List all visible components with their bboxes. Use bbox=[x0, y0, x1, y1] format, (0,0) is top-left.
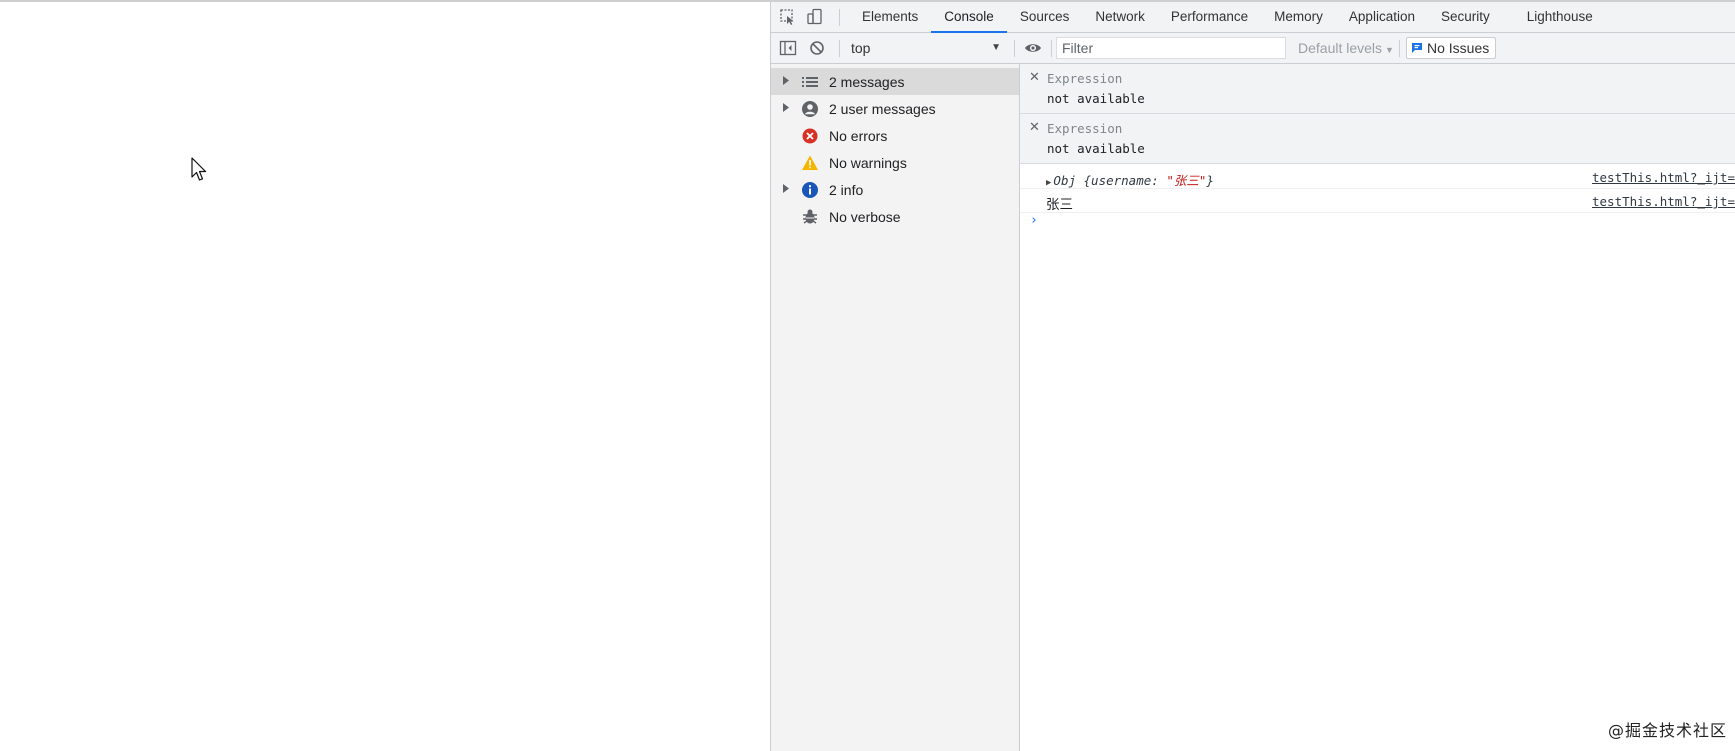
tab-network[interactable]: Network bbox=[1082, 2, 1158, 33]
tab-lighthouse[interactable]: Lighthouse bbox=[1514, 2, 1606, 33]
bug-icon bbox=[803, 209, 817, 224]
message-source-link[interactable]: testThis.html?_ijt=1 bbox=[1592, 194, 1735, 209]
device-toolbar-button[interactable] bbox=[804, 7, 826, 27]
tab-application[interactable]: Application bbox=[1336, 2, 1428, 33]
sidebar-item-info[interactable]: 2 info bbox=[771, 176, 1019, 203]
filter-input[interactable]: Filter bbox=[1056, 37, 1286, 59]
expression-value: not available bbox=[1047, 141, 1145, 156]
expand-arrow-icon[interactable] bbox=[782, 76, 790, 85]
inspect-icon bbox=[780, 9, 794, 25]
expand-arrow-icon[interactable] bbox=[782, 103, 790, 112]
console-prompt[interactable]: › bbox=[1030, 213, 1038, 228]
info-icon bbox=[802, 182, 818, 198]
error-icon bbox=[802, 128, 818, 144]
live-expression: ✕ Expression not available bbox=[1020, 64, 1735, 114]
expand-arrow-icon[interactable]: ▶ bbox=[1046, 178, 1051, 188]
console-main[interactable]: ✕ Expression not available ✕ Expression … bbox=[1020, 64, 1735, 751]
device-icon bbox=[807, 8, 822, 25]
sidebar-item-label: 2 messages bbox=[829, 74, 905, 90]
console-message: 张三 testThis.html?_ijt=1 bbox=[1020, 189, 1735, 213]
tab-security[interactable]: Security bbox=[1428, 2, 1514, 33]
issue-flag-icon bbox=[1412, 43, 1422, 53]
chevron-down-icon: ▼ bbox=[991, 42, 1001, 53]
object-preview[interactable]: ▶ Obj {username: "张三"} bbox=[1046, 170, 1214, 189]
tab-sources[interactable]: Sources bbox=[1007, 2, 1083, 33]
live-expression-button[interactable] bbox=[1022, 38, 1044, 58]
expand-arrow-icon[interactable] bbox=[782, 184, 790, 193]
console-message: ▶ Obj {username: "张三"} testThis.html?_ijt… bbox=[1020, 165, 1735, 189]
sidebar-item-verbose[interactable]: No verbose bbox=[771, 203, 1019, 230]
tab-console[interactable]: Console bbox=[931, 2, 1007, 33]
sidebar-item-user-messages[interactable]: 2 user messages bbox=[771, 95, 1019, 122]
expression-value: not available bbox=[1047, 91, 1145, 106]
tab-performance[interactable]: Performance bbox=[1158, 2, 1261, 33]
expression-name[interactable]: Expression bbox=[1047, 121, 1122, 136]
sidebar-item-label: 2 user messages bbox=[829, 101, 936, 117]
toolbar-divider bbox=[1399, 40, 1400, 57]
page-viewport[interactable] bbox=[0, 2, 770, 751]
watermark: @掘金技术社区 bbox=[1607, 721, 1727, 740]
issues-label: No Issues bbox=[1427, 40, 1490, 56]
object-suffix: } bbox=[1206, 173, 1214, 188]
sidebar-item-label: No verbose bbox=[829, 209, 901, 225]
sidebar-item-errors[interactable]: No errors bbox=[771, 122, 1019, 149]
toolbar-divider bbox=[1014, 40, 1015, 57]
mouse-cursor-icon bbox=[191, 157, 207, 181]
sidebar-item-label: No errors bbox=[829, 128, 888, 144]
live-expression: ✕ Expression not available bbox=[1020, 114, 1735, 164]
log-levels-label: Default levels bbox=[1298, 40, 1383, 56]
console-toolbar: top ▼ Filter Default levels ▼ No Issues bbox=[771, 33, 1735, 64]
issues-button[interactable]: No Issues bbox=[1406, 37, 1497, 59]
close-icon[interactable]: ✕ bbox=[1029, 120, 1040, 135]
devtools-tabbar: Elements Console Sources Network Perform… bbox=[771, 2, 1735, 33]
sidebar-item-label: No warnings bbox=[829, 155, 907, 171]
message-source-link[interactable]: testThis.html?_ijt=1 bbox=[1592, 170, 1735, 185]
toolbar-divider bbox=[839, 40, 840, 57]
close-icon[interactable]: ✕ bbox=[1029, 70, 1040, 85]
context-value: top bbox=[851, 40, 871, 56]
expression-name[interactable]: Expression bbox=[1047, 71, 1122, 86]
devtools-panel: Elements Console Sources Network Perform… bbox=[770, 2, 1735, 751]
console-sidebar: 2 messages 2 user messages No errors No … bbox=[771, 64, 1020, 751]
object-string-value: "张三" bbox=[1166, 173, 1207, 188]
tab-elements[interactable]: Elements bbox=[849, 2, 931, 33]
list-icon bbox=[802, 77, 818, 87]
eye-icon bbox=[1025, 44, 1041, 52]
tab-memory[interactable]: Memory bbox=[1261, 2, 1336, 33]
sidebar-item-warnings[interactable]: No warnings bbox=[771, 149, 1019, 176]
toolbar-divider bbox=[1051, 40, 1052, 57]
toolbar-divider bbox=[839, 9, 840, 26]
clear-console-button[interactable] bbox=[806, 38, 828, 58]
devtools-tabs: Elements Console Sources Network Perform… bbox=[849, 2, 1606, 33]
message-text: 张三 bbox=[1046, 197, 1073, 213]
user-icon bbox=[802, 101, 818, 117]
inspect-element-button[interactable] bbox=[777, 7, 799, 27]
object-prefix: Obj {username: bbox=[1053, 173, 1167, 188]
warning-icon bbox=[802, 155, 818, 170]
sidebar-item-label: 2 info bbox=[829, 182, 864, 198]
sidebar-toggle-icon bbox=[779, 40, 797, 56]
sidebar-item-messages[interactable]: 2 messages bbox=[771, 68, 1019, 95]
clear-icon bbox=[810, 41, 824, 55]
show-sidebar-button[interactable] bbox=[777, 38, 799, 58]
context-selector[interactable]: top ▼ bbox=[851, 38, 1001, 58]
log-levels-dropdown[interactable]: Default levels ▼ bbox=[1298, 38, 1394, 58]
chevron-down-icon: ▼ bbox=[1385, 45, 1394, 55]
